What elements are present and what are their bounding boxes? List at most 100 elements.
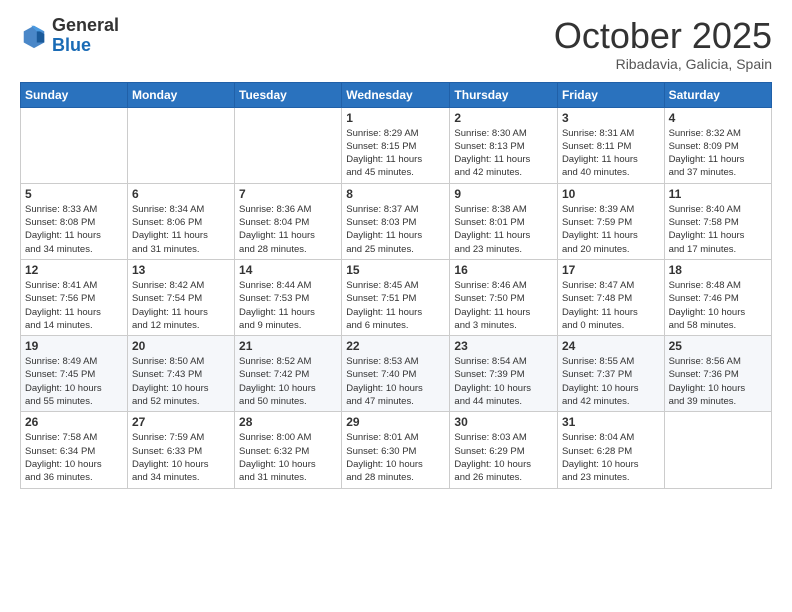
- table-row: 26Sunrise: 7:58 AM Sunset: 6:34 PM Dayli…: [21, 412, 128, 488]
- day-number: 25: [669, 339, 767, 353]
- day-info: Sunrise: 8:55 AM Sunset: 7:37 PM Dayligh…: [562, 355, 660, 408]
- day-number: 13: [132, 263, 230, 277]
- day-info: Sunrise: 8:52 AM Sunset: 7:42 PM Dayligh…: [239, 355, 337, 408]
- day-number: 28: [239, 415, 337, 429]
- day-number: 30: [454, 415, 553, 429]
- day-info: Sunrise: 8:03 AM Sunset: 6:29 PM Dayligh…: [454, 431, 553, 484]
- col-wednesday: Wednesday: [342, 82, 450, 107]
- table-row: 3 Sunrise: 8:31 AM Sunset: 8:11 PM Daylig…: [557, 107, 664, 183]
- day-info: Sunrise: 8:46 AM Sunset: 7:50 PM Dayligh…: [454, 279, 553, 332]
- logo-blue-text: Blue: [52, 36, 119, 56]
- calendar-week-row: 1Sunrise: 8:29 AM Sunset: 8:15 PM Daylig…: [21, 107, 772, 183]
- table-row: 31 Sunrise: 8:04 AM Sunset: 6:28 PM Dayli…: [557, 412, 664, 488]
- table-row: 25 Sunrise: 8:56 AM Sunset: 7:36 PM Dayli…: [664, 336, 771, 412]
- day-info: Sunrise: 8:50 AM Sunset: 7:43 PM Dayligh…: [132, 355, 230, 408]
- day-info: Sunrise: 8:38 AM Sunset: 8:01 PM Dayligh…: [454, 203, 553, 256]
- table-row: 18 Sunrise: 8:48 AM Sunset: 7:46 PM Dayli…: [664, 259, 771, 335]
- logo-icon: [20, 22, 48, 50]
- day-number: 11: [669, 187, 767, 201]
- day-info: Sunrise: 8:00 AM Sunset: 6:32 PM Dayligh…: [239, 431, 337, 484]
- table-row: 30 Sunrise: 8:03 AM Sunset: 6:29 PM Dayli…: [450, 412, 558, 488]
- day-number: 7: [239, 187, 337, 201]
- day-number: 1: [346, 111, 445, 125]
- day-number: 4: [669, 111, 767, 125]
- day-number: 5: [25, 187, 123, 201]
- day-info: Sunrise: 8:39 AM Sunset: 7:59 PM Dayligh…: [562, 203, 660, 256]
- day-info: Sunrise: 8:56 AM Sunset: 7:36 PM Dayligh…: [669, 355, 767, 408]
- day-number: 9: [454, 187, 553, 201]
- table-row: 12 Sunrise: 8:41 AM Sunset: 7:56 PM Dayli…: [21, 259, 128, 335]
- day-number: 10: [562, 187, 660, 201]
- day-info: Sunrise: 8:34 AM Sunset: 8:06 PM Dayligh…: [132, 203, 230, 256]
- table-row: 7 Sunrise: 8:36 AM Sunset: 8:04 PM Daylig…: [235, 183, 342, 259]
- day-number: 20: [132, 339, 230, 353]
- col-sunday: Sunday: [21, 82, 128, 107]
- day-info: Sunrise: 8:48 AM Sunset: 7:46 PM Dayligh…: [669, 279, 767, 332]
- table-row: 2 Sunrise: 8:30 AM Sunset: 8:13 PM Daylig…: [450, 107, 558, 183]
- day-info: Sunrise: 8:45 AM Sunset: 7:51 PM Dayligh…: [346, 279, 445, 332]
- day-info: Sunrise: 8:44 AM Sunset: 7:53 PM Dayligh…: [239, 279, 337, 332]
- table-row: 28 Sunrise: 8:00 AM Sunset: 6:32 PM Dayli…: [235, 412, 342, 488]
- day-number: 29: [346, 415, 445, 429]
- logo-general-text: General: [52, 16, 119, 36]
- day-number: 19: [25, 339, 123, 353]
- day-info: Sunrise: 8:40 AM Sunset: 7:58 PM Dayligh…: [669, 203, 767, 256]
- day-number: 17: [562, 263, 660, 277]
- logo: General Blue: [20, 16, 119, 56]
- table-row: 4 Sunrise: 8:32 AM Sunset: 8:09 PM Daylig…: [664, 107, 771, 183]
- day-number: 3: [562, 111, 660, 125]
- table-row: [21, 107, 128, 183]
- table-row: 22Sunrise: 8:53 AM Sunset: 7:40 PM Dayli…: [342, 336, 450, 412]
- day-number: 14: [239, 263, 337, 277]
- day-number: 18: [669, 263, 767, 277]
- table-row: 29 Sunrise: 8:01 AM Sunset: 6:30 PM Dayli…: [342, 412, 450, 488]
- table-row: 19Sunrise: 8:49 AM Sunset: 7:45 PM Dayli…: [21, 336, 128, 412]
- table-row: [127, 107, 234, 183]
- table-row: 11 Sunrise: 8:40 AM Sunset: 7:58 PM Dayli…: [664, 183, 771, 259]
- table-row: 14 Sunrise: 8:44 AM Sunset: 7:53 PM Dayli…: [235, 259, 342, 335]
- table-row: 23Sunrise: 8:54 AM Sunset: 7:39 PM Dayli…: [450, 336, 558, 412]
- calendar-table: Sunday Monday Tuesday Wednesday Thursday…: [20, 82, 772, 489]
- table-row: 16 Sunrise: 8:46 AM Sunset: 7:50 PM Dayli…: [450, 259, 558, 335]
- day-info: Sunrise: 8:04 AM Sunset: 6:28 PM Dayligh…: [562, 431, 660, 484]
- table-row: [235, 107, 342, 183]
- day-info: Sunrise: 8:31 AM Sunset: 8:11 PM Dayligh…: [562, 127, 660, 180]
- header-row: Sunday Monday Tuesday Wednesday Thursday…: [21, 82, 772, 107]
- table-row: 9 Sunrise: 8:38 AM Sunset: 8:01 PM Daylig…: [450, 183, 558, 259]
- day-info: Sunrise: 7:59 AM Sunset: 6:33 PM Dayligh…: [132, 431, 230, 484]
- day-number: 24: [562, 339, 660, 353]
- day-info: Sunrise: 8:32 AM Sunset: 8:09 PM Dayligh…: [669, 127, 767, 180]
- logo-text: General Blue: [52, 16, 119, 56]
- day-info: Sunrise: 8:47 AM Sunset: 7:48 PM Dayligh…: [562, 279, 660, 332]
- day-info: Sunrise: 8:42 AM Sunset: 7:54 PM Dayligh…: [132, 279, 230, 332]
- header: General Blue October 2025 Ribadavia, Gal…: [20, 16, 772, 72]
- table-row: 1Sunrise: 8:29 AM Sunset: 8:15 PM Daylig…: [342, 107, 450, 183]
- col-monday: Monday: [127, 82, 234, 107]
- day-info: Sunrise: 8:41 AM Sunset: 7:56 PM Dayligh…: [25, 279, 123, 332]
- calendar-week-row: 5Sunrise: 8:33 AM Sunset: 8:08 PM Daylig…: [21, 183, 772, 259]
- table-row: 8 Sunrise: 8:37 AM Sunset: 8:03 PM Daylig…: [342, 183, 450, 259]
- day-number: 8: [346, 187, 445, 201]
- table-row: 24 Sunrise: 8:55 AM Sunset: 7:37 PM Dayli…: [557, 336, 664, 412]
- day-info: Sunrise: 8:36 AM Sunset: 8:04 PM Dayligh…: [239, 203, 337, 256]
- day-number: 16: [454, 263, 553, 277]
- day-info: Sunrise: 8:01 AM Sunset: 6:30 PM Dayligh…: [346, 431, 445, 484]
- table-row: 5Sunrise: 8:33 AM Sunset: 8:08 PM Daylig…: [21, 183, 128, 259]
- day-info: Sunrise: 8:53 AM Sunset: 7:40 PM Dayligh…: [346, 355, 445, 408]
- day-number: 23: [454, 339, 553, 353]
- day-number: 2: [454, 111, 553, 125]
- table-row: 6 Sunrise: 8:34 AM Sunset: 8:06 PM Daylig…: [127, 183, 234, 259]
- table-row: 17 Sunrise: 8:47 AM Sunset: 7:48 PM Dayli…: [557, 259, 664, 335]
- day-number: 6: [132, 187, 230, 201]
- col-saturday: Saturday: [664, 82, 771, 107]
- day-info: Sunrise: 8:30 AM Sunset: 8:13 PM Dayligh…: [454, 127, 553, 180]
- month-title: October 2025: [554, 16, 772, 56]
- calendar-page: General Blue October 2025 Ribadavia, Gal…: [0, 0, 792, 612]
- title-block: October 2025 Ribadavia, Galicia, Spain: [554, 16, 772, 72]
- day-number: 31: [562, 415, 660, 429]
- col-tuesday: Tuesday: [235, 82, 342, 107]
- day-number: 26: [25, 415, 123, 429]
- day-number: 12: [25, 263, 123, 277]
- day-number: 15: [346, 263, 445, 277]
- day-info: Sunrise: 8:37 AM Sunset: 8:03 PM Dayligh…: [346, 203, 445, 256]
